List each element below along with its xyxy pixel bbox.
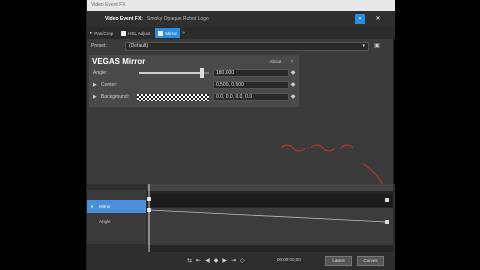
chain-item-mirror[interactable]: Mirror <box>155 28 181 38</box>
background-color-swatch[interactable] <box>137 93 209 101</box>
latest-button[interactable]: Latest <box>325 256 352 266</box>
save-preset-icon[interactable]: ▣ <box>373 42 381 50</box>
mirror-checkbox[interactable] <box>158 30 164 36</box>
angle-keyframe-icon[interactable]: ◆ <box>290 70 296 76</box>
chain-arrow-icon: » <box>182 30 185 36</box>
angle-slider-thumb[interactable] <box>200 68 204 78</box>
prev-keyframe-icon[interactable]: ◀ <box>205 257 210 264</box>
sync-cursor-icon[interactable]: ⇆ <box>187 257 192 264</box>
collapse-icon[interactable]: ▼ <box>90 200 94 213</box>
fx-chain-bar: ▸ Pan/Crop HSL Adjust Mirror » <box>87 27 395 39</box>
preset-dropdown[interactable]: (Default) ▾ <box>125 41 369 51</box>
angle-curve-line <box>148 209 388 223</box>
first-keyframe-icon[interactable]: ⇤ <box>196 257 201 264</box>
window-titlebar: Video Event FX: Smoky Opaque Robot Logo … <box>87 11 395 27</box>
add-keyframe-icon[interactable]: ◆ <box>214 257 219 264</box>
hsl-adjust-checkbox[interactable] <box>121 30 127 36</box>
angle-label: Angle: <box>93 70 108 76</box>
timecode: 00:00:00;00 <box>277 257 301 262</box>
center-label: Center: <box>101 82 118 88</box>
annotation-scribble <box>280 144 354 152</box>
timeline-row-mirror[interactable]: ▼ Mirror <box>87 200 146 213</box>
curves-button[interactable]: Curves <box>357 256 384 266</box>
background-value[interactable]: 0.0, 0.0, 0.0, 0.0 <box>213 93 289 101</box>
background-row: ▶ Background: 0.0, 0.0, 0.0, 0.0 ◆ <box>89 91 299 103</box>
next-keyframe-icon[interactable]: ▶ <box>222 257 227 264</box>
window-subtitle: Smoky Opaque Robot Logo <box>146 16 209 22</box>
app-title: Video Event FX <box>87 0 395 11</box>
timeline-row-angle[interactable]: Angle <box>87 216 146 227</box>
window-title: Video Event FX: <box>105 16 143 22</box>
angle-value[interactable]: 180.000 <box>213 69 289 77</box>
effect-name: VEGAS Mirror <box>92 56 146 66</box>
effect-header: VEGAS Mirror About ? <box>89 55 299 67</box>
center-value[interactable]: 0.500, 0.500 <box>213 81 289 89</box>
center-expand-icon[interactable]: ▶ <box>93 82 97 88</box>
delete-keyframe-icon[interactable]: ◇ <box>240 257 245 264</box>
keyframe-curve <box>147 184 389 252</box>
chain-item-pan-crop[interactable]: ▸ Pan/Crop <box>87 28 116 38</box>
background-expand-icon[interactable]: ▶ <box>93 94 97 100</box>
chain-item-hsl-adjust[interactable]: HSL Adjust <box>118 28 153 38</box>
close-icon[interactable]: ✕ <box>373 14 383 24</box>
about-link[interactable]: About ? <box>269 59 293 64</box>
keyframe-timeline: ▼ Mirror Angle ⇆ ⇤ ◀ ◆ ▶ ⇥ ◇ 00:00:00;00… <box>87 184 395 270</box>
background-label: Background: <box>101 94 130 100</box>
preset-row: Preset: (Default) ▾ ▣ <box>87 40 395 52</box>
pan-crop-icon: ▸ <box>90 30 93 35</box>
center-keyframe-icon[interactable]: ◆ <box>290 82 296 88</box>
video-event-fx-window: Video Event FX Video Event FX: Smoky Opa… <box>86 0 395 270</box>
timeline-track-list: ▼ Mirror Angle <box>87 190 146 244</box>
timeline-graph[interactable] <box>147 184 393 252</box>
keyframe-marker-angle-end[interactable] <box>385 220 389 224</box>
fx-bypass-icon[interactable]: ▪ <box>355 14 365 24</box>
center-row: ▶ Center: 0.500, 0.500 ◆ <box>89 79 299 91</box>
chevron-down-icon: ▾ <box>362 42 365 49</box>
preset-label: Preset: <box>91 43 107 49</box>
last-keyframe-icon[interactable]: ⇥ <box>231 257 236 264</box>
angle-slider[interactable] <box>139 72 209 74</box>
background-keyframe-icon[interactable]: ◆ <box>290 94 296 100</box>
angle-row: Angle: 180.000 ◆ <box>89 67 299 79</box>
keyframe-marker-end[interactable] <box>385 198 389 202</box>
help-icon[interactable]: ? <box>290 59 293 64</box>
effect-panel: VEGAS Mirror About ? Angle: 180.000 ◆ ▶ … <box>89 55 299 107</box>
